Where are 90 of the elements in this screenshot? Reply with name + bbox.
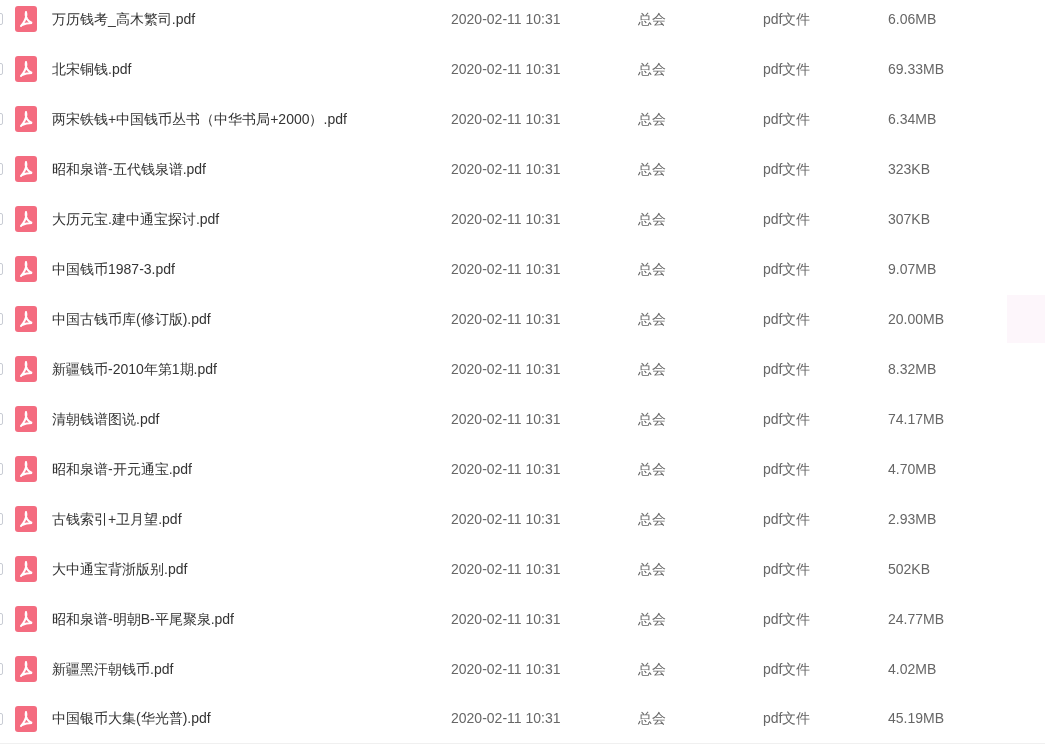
pdf-file-icon: [15, 556, 37, 582]
owner-name: 总会: [638, 409, 667, 429]
pdf-file-icon: [15, 206, 37, 232]
file-name[interactable]: 大中通宝背浙版别.pdf: [52, 558, 451, 580]
file-size: 20.00MB: [888, 309, 945, 329]
pdf-file-icon: [15, 256, 37, 282]
file-size: 6.34MB: [888, 109, 937, 129]
file-size: 9.07MB: [888, 259, 937, 279]
file-type: pdf文件: [763, 209, 812, 229]
file-type: pdf文件: [763, 509, 812, 529]
pdf-file-icon: [15, 156, 37, 182]
modified-date: 2020-02-11 10:31: [451, 609, 562, 629]
file-name[interactable]: 中国钱币1987-3.pdf: [52, 258, 451, 280]
file-name[interactable]: 新疆钱币-2010年第1期.pdf: [52, 358, 451, 380]
owner-name: 总会: [638, 609, 667, 629]
file-type: pdf文件: [763, 609, 812, 629]
file-size: 4.02MB: [888, 659, 937, 679]
file-size: 323KB: [888, 159, 931, 179]
file-name[interactable]: 新疆黑汗朝钱币.pdf: [52, 658, 451, 680]
pdf-file-icon: [15, 6, 37, 32]
file-size: 8.32MB: [888, 359, 937, 379]
owner-name: 总会: [638, 509, 667, 529]
file-name[interactable]: 中国古钱币库(修订版).pdf: [52, 308, 451, 330]
file-type: pdf文件: [763, 459, 812, 479]
file-type: pdf文件: [763, 159, 812, 179]
modified-date: 2020-02-11 10:31: [451, 159, 562, 179]
owner-name: 总会: [638, 209, 667, 229]
file-type: pdf文件: [763, 359, 812, 379]
file-name[interactable]: 两宋铁钱+中国钱币丛书（中华书局+2000）.pdf: [52, 108, 451, 130]
pdf-file-icon: [15, 705, 37, 732]
file-type: pdf文件: [763, 309, 812, 329]
pdf-file-icon: [15, 656, 37, 682]
pdf-file-icon: [15, 506, 37, 532]
file-size: 307KB: [888, 209, 931, 229]
owner-name: 总会: [638, 259, 667, 279]
file-size: 502KB: [888, 559, 931, 579]
file-type: pdf文件: [763, 559, 812, 579]
modified-date: 2020-02-11 10:31: [451, 409, 562, 429]
file-name[interactable]: 中国银币大集(华光普).pdf: [52, 708, 451, 729]
modified-date: 2020-02-11 10:31: [451, 459, 562, 479]
owner-name: 总会: [638, 559, 667, 579]
file-size: 6.06MB: [888, 9, 937, 29]
pdf-file-icon: [15, 456, 37, 482]
owner-name: 总会: [638, 9, 667, 29]
modified-date: 2020-02-11 10:31: [451, 559, 562, 579]
pdf-file-icon: [15, 306, 37, 332]
owner-name: 总会: [638, 159, 667, 179]
owner-name: 总会: [638, 109, 667, 129]
file-type: pdf文件: [763, 259, 812, 279]
pdf-file-icon: [15, 106, 37, 132]
file-size: 74.17MB: [888, 409, 945, 429]
file-name[interactable]: 昭和泉谱-开元通宝.pdf: [52, 458, 451, 480]
file-type: pdf文件: [763, 709, 812, 728]
file-type: pdf文件: [763, 109, 812, 129]
file-name[interactable]: 清朝钱谱图说.pdf: [52, 408, 451, 430]
file-type: pdf文件: [763, 409, 812, 429]
modified-date: 2020-02-11 10:31: [451, 259, 562, 279]
owner-name: 总会: [638, 659, 667, 679]
modified-date: 2020-02-11 10:31: [451, 209, 562, 229]
file-type: pdf文件: [763, 9, 812, 29]
file-size: 24.77MB: [888, 609, 945, 629]
file-size: 45.19MB: [888, 709, 945, 728]
pdf-file-icon: [15, 606, 37, 632]
owner-name: 总会: [638, 709, 667, 728]
pdf-file-icon: [15, 356, 37, 382]
modified-date: 2020-02-11 10:31: [451, 109, 562, 129]
file-size: 69.33MB: [888, 59, 945, 79]
modified-date: 2020-02-11 10:31: [451, 659, 562, 679]
modified-date: 2020-02-11 10:31: [451, 59, 562, 79]
pdf-file-icon: [15, 406, 37, 432]
file-name[interactable]: 大历元宝.建中通宝探讨.pdf: [52, 208, 451, 230]
file-name[interactable]: 昭和泉谱-五代钱泉谱.pdf: [52, 158, 451, 180]
file-type: pdf文件: [763, 59, 812, 79]
file-name[interactable]: 昭和泉谱-明朝B-平尾聚泉.pdf: [52, 608, 451, 630]
file-size: 2.93MB: [888, 509, 937, 529]
modified-date: 2020-02-11 10:31: [451, 9, 562, 29]
modified-date: 2020-02-11 10:31: [451, 359, 562, 379]
owner-name: 总会: [638, 359, 667, 379]
file-type: pdf文件: [763, 659, 812, 679]
pdf-file-icon: [15, 56, 37, 82]
owner-name: 总会: [638, 59, 667, 79]
file-name[interactable]: 古钱索引+卫月望.pdf: [52, 508, 451, 530]
owner-name: 总会: [638, 459, 667, 479]
file-name[interactable]: 北宋铜钱.pdf: [52, 58, 451, 80]
file-name[interactable]: 万历钱考_高木繁司.pdf: [52, 8, 451, 30]
owner-name: 总会: [638, 309, 667, 329]
modified-date: 2020-02-11 10:31: [451, 309, 562, 329]
modified-date: 2020-02-11 10:31: [451, 709, 562, 728]
modified-date: 2020-02-11 10:31: [451, 509, 562, 529]
file-size: 4.70MB: [888, 459, 937, 479]
